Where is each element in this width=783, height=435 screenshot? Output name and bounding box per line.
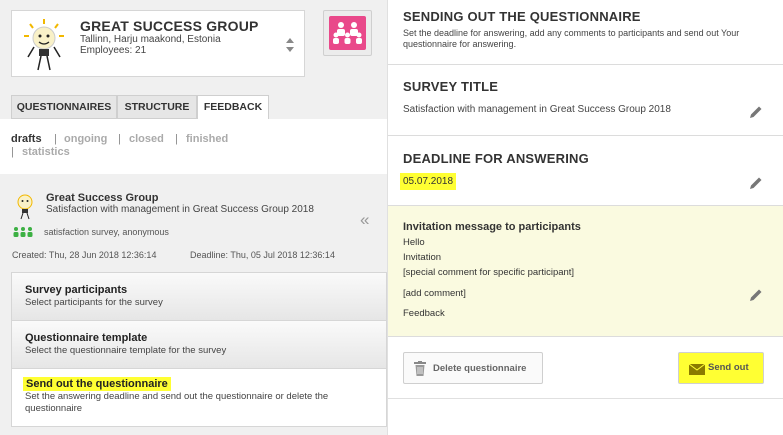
step-description: Select the questionnaire template for th… xyxy=(25,345,227,356)
invitation-line: Invitation xyxy=(403,252,442,263)
invitation-heading: Invitation message to participants xyxy=(403,221,581,233)
section-heading: DEADLINE FOR ANSWERING xyxy=(403,151,589,166)
filter-separator: | xyxy=(11,146,14,158)
section-heading: SURVEY TITLE xyxy=(403,79,499,94)
filter-separator: | xyxy=(175,133,178,145)
step-title: Questionnaire template xyxy=(25,332,148,344)
filter-statistics[interactable]: statistics xyxy=(22,146,70,158)
survey-type: satisfaction survey, anonymous xyxy=(44,227,169,237)
people-group-icon xyxy=(13,227,33,237)
status-filters: drafts | ongoing | closed | finished | s… xyxy=(0,119,387,174)
divider xyxy=(388,398,783,399)
trash-icon xyxy=(414,361,426,376)
invitation-line: Feedback xyxy=(403,308,445,319)
right-panel: SENDING OUT THE QUESTIONNAIRE Set the de… xyxy=(387,0,783,435)
deadline-value: 05.07.2018 xyxy=(400,173,457,190)
step-send-out-questionnaire[interactable]: Send out the questionnaire Set the answe… xyxy=(12,369,386,426)
survey-title: Satisfaction with management in Great Su… xyxy=(46,204,314,215)
survey-title-section: SURVEY TITLE Satisfaction with managemen… xyxy=(388,65,783,136)
step-description: Set the answering deadline and send out … xyxy=(25,391,329,414)
send-section: SENDING OUT THE QUESTIONNAIRE Set the de… xyxy=(388,0,783,65)
section-heading: SENDING OUT THE QUESTIONNAIRE xyxy=(403,9,641,24)
step-title: Survey participants xyxy=(25,284,128,296)
step-description: Select participants for the survey xyxy=(25,297,163,308)
company-card[interactable]: GREAT SUCCESS GROUP Tallinn, Harju maako… xyxy=(11,10,305,77)
filter-closed[interactable]: closed xyxy=(129,133,164,145)
filter-drafts[interactable]: drafts xyxy=(11,133,42,145)
company-location: Tallinn, Harju maakond, Estonia xyxy=(80,34,221,45)
filter-ongoing[interactable]: ongoing xyxy=(64,133,107,145)
envelope-icon xyxy=(689,364,705,375)
people-group-icon xyxy=(333,22,362,44)
filter-separator: | xyxy=(54,133,57,145)
tab-questionnaires[interactable]: QUESTIONNAIRES xyxy=(11,95,117,119)
deadline-section: DEADLINE FOR ANSWERING 05.07.2018 xyxy=(388,136,783,206)
pencil-icon[interactable] xyxy=(748,287,764,303)
tab-feedback[interactable]: FEEDBACK xyxy=(197,95,269,120)
invitation-line: Hello xyxy=(403,237,425,248)
company-employees: Employees: 21 xyxy=(80,45,147,56)
invitation-section: Invitation message to participants Hello… xyxy=(388,206,783,337)
pencil-icon[interactable] xyxy=(748,104,764,120)
survey-steps: Survey participants Select participants … xyxy=(11,272,387,427)
section-description: Set the deadline for answering, add any … xyxy=(403,28,740,49)
company-name: GREAT SUCCESS GROUP xyxy=(80,18,259,34)
delete-questionnaire-button[interactable]: Delete questionnaire xyxy=(403,352,543,384)
step-title: Send out the questionnaire xyxy=(23,377,171,391)
invitation-line: [special comment for specific participan… xyxy=(403,267,575,278)
send-button-label: Send out xyxy=(708,362,749,373)
delete-button-label: Delete questionnaire xyxy=(433,363,527,374)
send-out-button[interactable]: Send out xyxy=(678,352,764,384)
survey-created-date: Created: Thu, 28 Jun 2018 12:36:14 xyxy=(12,250,157,260)
pencil-icon[interactable] xyxy=(748,175,764,191)
group-members-button[interactable] xyxy=(323,10,372,56)
lightbulb-mascot-icon xyxy=(17,194,33,220)
survey-title-value: Satisfaction with management in Great Su… xyxy=(403,104,671,115)
add-comment-link[interactable]: [add comment] xyxy=(403,288,466,299)
filter-finished[interactable]: finished xyxy=(186,133,228,145)
tab-structure[interactable]: STRUCTURE xyxy=(117,95,197,119)
collapse-icon[interactable]: « xyxy=(360,210,369,230)
step-questionnaire-template[interactable]: Questionnaire template Select the questi… xyxy=(12,321,386,369)
survey-deadline-date: Deadline: Thu, 05 Jul 2018 12:36:14 xyxy=(190,250,335,260)
left-panel: GREAT SUCCESS GROUP Tallinn, Harju maako… xyxy=(0,0,387,435)
up-down-arrows-icon[interactable] xyxy=(285,37,295,53)
survey-summary: Great Success Group Satisfaction with ma… xyxy=(0,180,387,268)
survey-company-name: Great Success Group xyxy=(46,192,159,204)
step-survey-participants[interactable]: Survey participants Select participants … xyxy=(12,273,386,321)
lightbulb-mascot-icon xyxy=(24,19,64,71)
filter-separator: | xyxy=(118,133,121,145)
